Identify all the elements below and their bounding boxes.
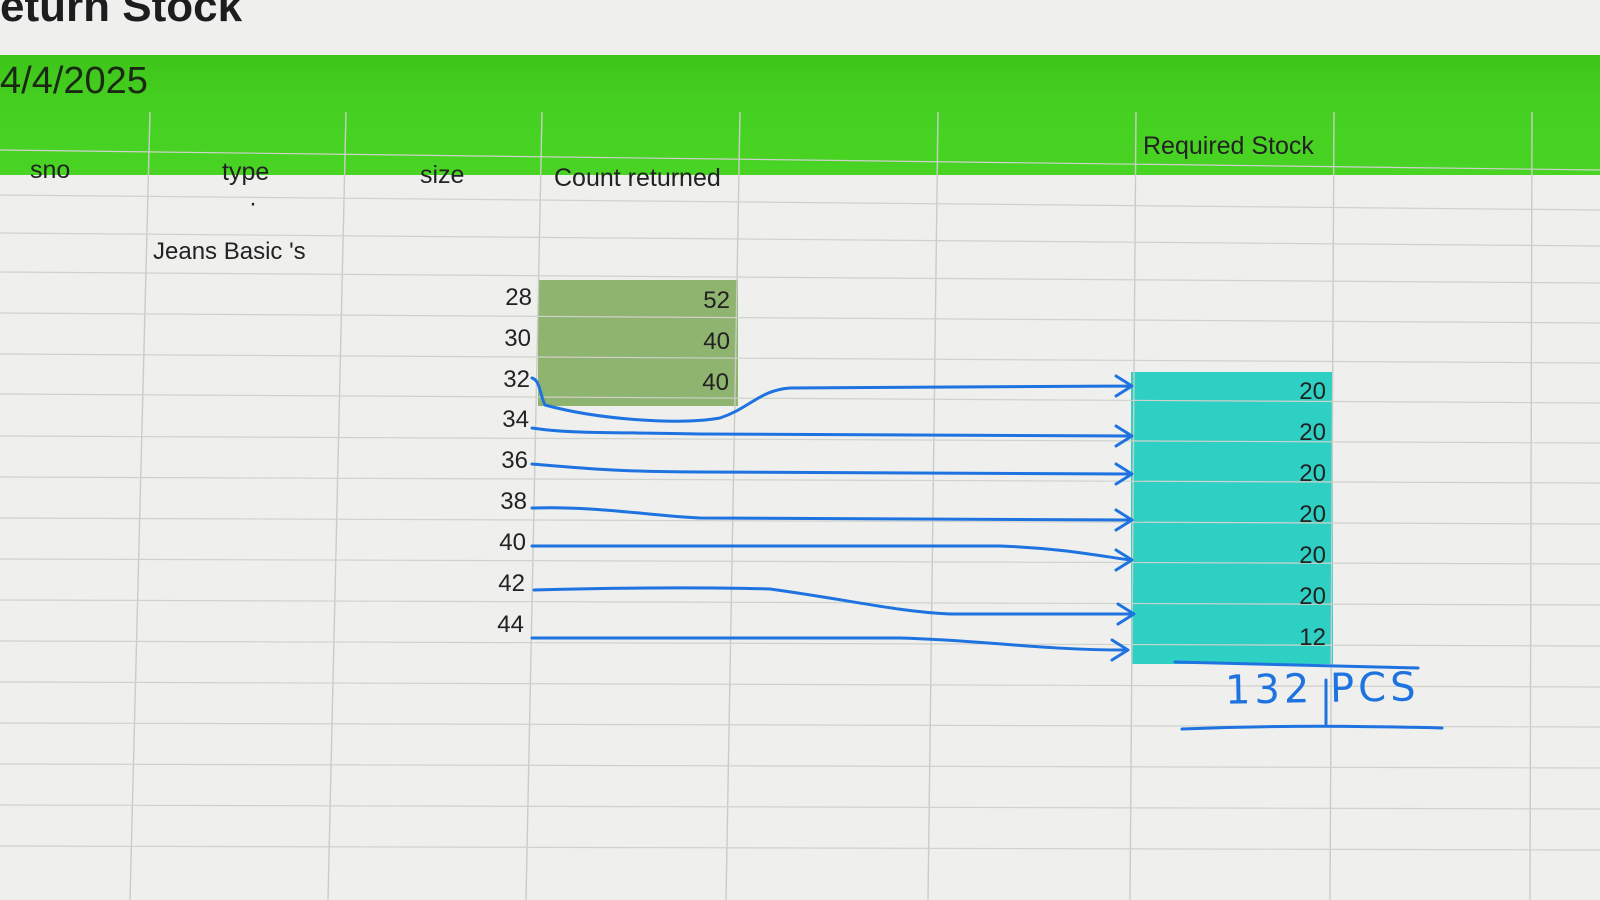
total-underline-bottom: [1180, 724, 1444, 731]
arrow-36: [530, 462, 1134, 486]
arrow-38: [530, 506, 1134, 532]
arrow-32: [530, 374, 1134, 423]
handdrawn-arrows: [530, 374, 1444, 731]
arrow-44: [530, 636, 1130, 662]
arrow-40: [530, 544, 1134, 572]
arrow-42: [532, 586, 1136, 626]
arrow-34: [530, 424, 1134, 448]
handwritten-total: 132 PCS: [1224, 664, 1420, 714]
